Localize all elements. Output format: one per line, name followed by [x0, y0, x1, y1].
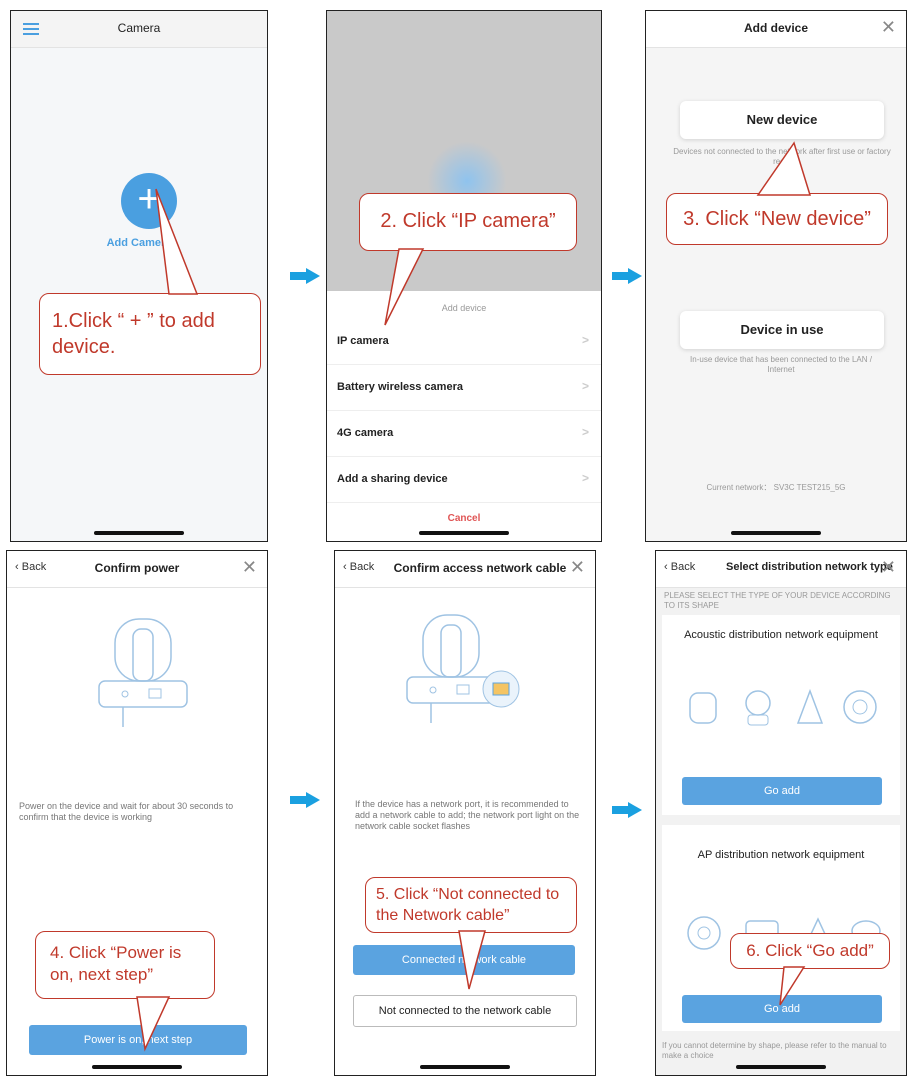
panel-confirm-network-cable: ‹ Back Confirm access network cable ✕ If… — [334, 550, 596, 1076]
callout-pointer-4 — [136, 996, 171, 1052]
callout-pointer-5 — [458, 930, 486, 990]
flow-arrow-4 — [612, 802, 642, 818]
panel-camera-home: Camera + Add Camera 1.Click “ + ” to add… — [10, 10, 268, 542]
panel-device-type-sheet: Add device IP camera > Battery wireless c… — [326, 10, 602, 542]
callout-pointer-2 — [384, 248, 425, 326]
flow-arrow-3 — [290, 792, 320, 808]
callout-pointer-6 — [779, 966, 806, 1006]
panel-distribution-type: ‹ Back Select distribution network type … — [655, 550, 907, 1076]
flow-arrow-2 — [612, 268, 642, 284]
callout-pointer-1 — [155, 188, 199, 295]
callout-pointer-3 — [756, 141, 812, 196]
panel-confirm-power: ‹ Back Confirm power ✕ Power on the devi… — [6, 550, 268, 1076]
flow-arrow-1 — [290, 268, 320, 284]
panel-add-device: Add device ✕ New device Devices not conn… — [645, 10, 907, 542]
